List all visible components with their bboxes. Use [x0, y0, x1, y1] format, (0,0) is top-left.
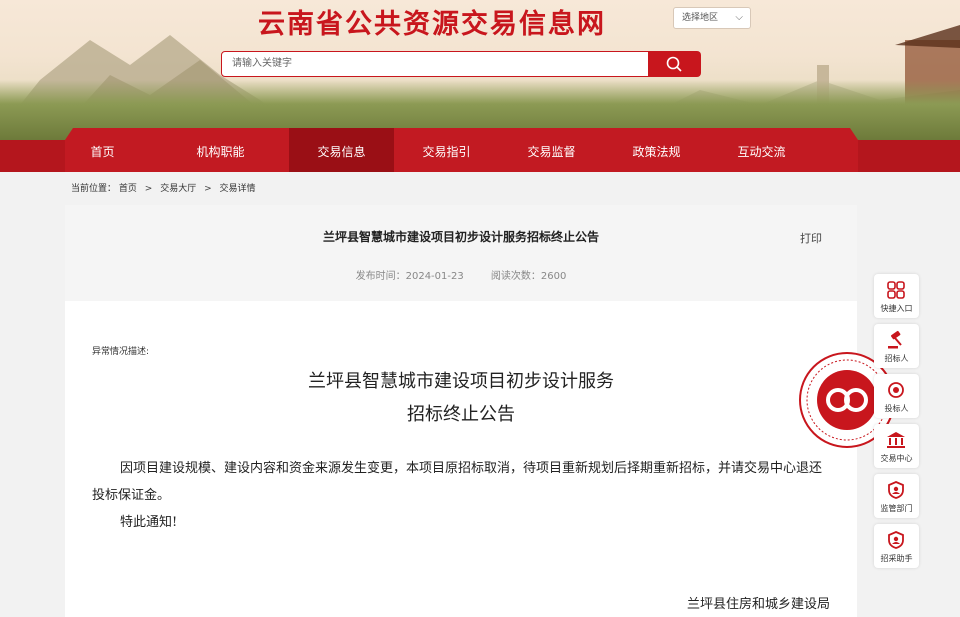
target-icon: [888, 382, 904, 398]
nav-item-functions[interactable]: 机构职能: [168, 128, 273, 172]
gavel-icon: [888, 330, 902, 349]
sidebar-item-label: 招采助手: [880, 554, 913, 563]
breadcrumb-separator: >: [144, 184, 153, 194]
site-title: 云南省公共资源交易信息网: [258, 9, 606, 40]
region-select-value: 选择地区: [682, 13, 719, 23]
nav-item-trade-info[interactable]: 交易信息: [289, 128, 394, 172]
nav-item-trade-supervision[interactable]: 交易监督: [499, 128, 604, 172]
bank-icon: [887, 432, 905, 448]
sidebar-item-label: 投标人: [884, 404, 909, 413]
site-header: 云南省公共资源交易信息网 选择地区 ⌵ 请输入关键字: [0, 0, 960, 140]
shield-icon: [888, 481, 904, 499]
print-button[interactable]: 打印: [800, 230, 822, 246]
sidebar-item-label: 交易中心: [880, 454, 913, 463]
grid-icon: [887, 281, 905, 299]
sidebar-item-tenderer[interactable]: 招标人: [874, 324, 919, 368]
article-container: 兰坪县智慧城市建设项目初步设计服务招标终止公告 打印 发布时间：2024-01-…: [65, 205, 857, 617]
document-title: 兰坪县智慧城市建设项目初步设计服务 招标终止公告: [65, 365, 857, 431]
body-paragraph: 因项目建设规模、建设内容和资金来源发生变更，本项目原招标取消，待项目重新规划后择…: [92, 461, 823, 503]
main-nav: 首页 机构职能 交易信息 交易指引 交易监督 政策法规 互动交流: [0, 128, 960, 172]
helper-icon: [888, 531, 904, 549]
nav-item-home[interactable]: 首页: [65, 128, 155, 172]
sidebar-item-assistant[interactable]: 招采助手: [874, 524, 919, 568]
sidebar-item-trade-center[interactable]: 交易中心: [874, 424, 919, 468]
sidebar-item-supervision[interactable]: 监管部门: [874, 474, 919, 518]
chevron-down-icon: ⌵: [735, 12, 743, 23]
nav-item-interaction[interactable]: 互动交流: [709, 128, 814, 172]
document-signer: 兰坪县住房和城乡建设局: [686, 597, 830, 612]
document-title-line2: 招标终止公告: [407, 404, 515, 425]
sidebar-item-quick-entry[interactable]: 快捷入口: [874, 274, 919, 318]
view-count: 阅读次数：2600: [490, 271, 567, 282]
search-icon: [666, 56, 682, 72]
document-body: 因项目建设规模、建设内容和资金来源发生变更，本项目原招标取消，待项目重新规划后择…: [92, 455, 832, 536]
sidebar-item-label: 快捷入口: [880, 304, 913, 313]
breadcrumb-home[interactable]: 首页: [119, 184, 137, 194]
sidebar-item-bidder[interactable]: 投标人: [874, 374, 919, 418]
document-title-line1: 兰坪县智慧城市建设项目初步设计服务: [308, 371, 614, 392]
region-select[interactable]: 选择地区 ⌵: [673, 7, 751, 29]
breadcrumb-trade-hall[interactable]: 交易大厅: [160, 184, 196, 194]
article-header: 兰坪县智慧城市建设项目初步设计服务招标终止公告 打印 发布时间：2024-01-…: [65, 205, 857, 301]
sidebar-item-label: 招标人: [884, 354, 909, 363]
search-button[interactable]: [648, 51, 701, 77]
body-paragraph: 特此通知!: [120, 515, 178, 530]
sidebar-item-label: 监管部门: [880, 504, 913, 513]
search-input[interactable]: 请输入关键字: [221, 51, 649, 77]
breadcrumb-trade-detail: 交易详情: [219, 184, 256, 194]
breadcrumb-prefix: 当前位置：: [71, 184, 117, 194]
breadcrumb: 当前位置： 首页 > 交易大厅 > 交易详情: [71, 181, 256, 194]
publish-time: 发布时间：2024-01-23: [355, 271, 464, 282]
article-meta: 发布时间：2024-01-23 阅读次数：2600: [65, 267, 857, 282]
breadcrumb-separator: >: [204, 184, 212, 194]
abnormal-label: 异常情况描述:: [92, 347, 150, 357]
nav-item-trade-guide[interactable]: 交易指引: [394, 128, 499, 172]
nav-item-policy[interactable]: 政策法规: [604, 128, 709, 172]
article-title: 兰坪县智慧城市建设项目初步设计服务招标终止公告: [322, 230, 599, 244]
